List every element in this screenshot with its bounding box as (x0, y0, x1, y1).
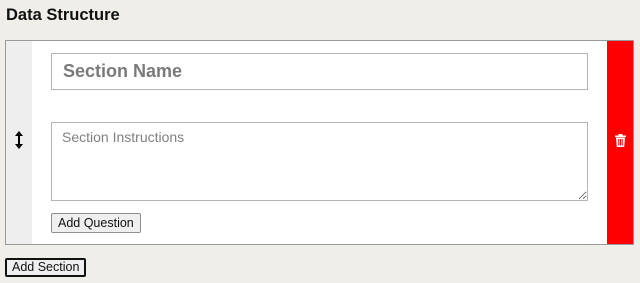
section-instructions-textarea[interactable] (51, 122, 588, 201)
section-card: Add Question (5, 40, 634, 245)
add-section-button[interactable]: Add Section (5, 258, 87, 277)
section-name-input[interactable] (51, 53, 588, 90)
trash-icon (614, 133, 626, 152)
section-body: Add Question (32, 41, 607, 244)
add-question-button[interactable]: Add Question (51, 213, 141, 233)
page-title: Data Structure (6, 6, 120, 24)
drag-handle[interactable] (6, 41, 32, 244)
delete-section-button[interactable] (607, 41, 633, 244)
vertical-resize-arrow-icon (15, 131, 23, 154)
